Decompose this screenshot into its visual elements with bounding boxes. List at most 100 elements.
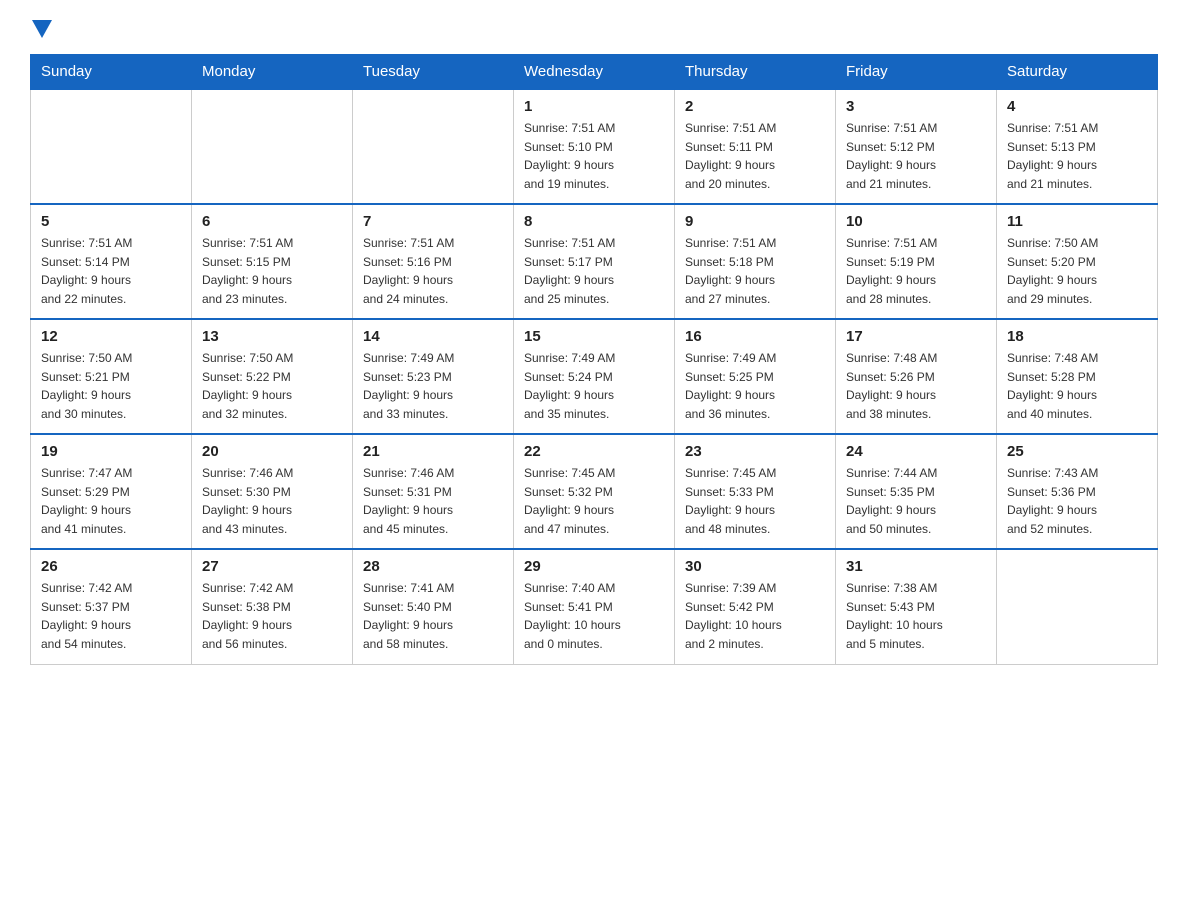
day-info: Sunrise: 7:45 AMSunset: 5:32 PMDaylight:… — [524, 464, 664, 538]
calendar-cell: 14 Sunrise: 7:49 AMSunset: 5:23 PMDayligh… — [353, 319, 514, 434]
day-number: 19 — [41, 443, 181, 460]
calendar-cell — [31, 89, 192, 204]
day-info: Sunrise: 7:51 AMSunset: 5:13 PMDaylight:… — [1007, 119, 1147, 193]
calendar-cell: 18 Sunrise: 7:48 AMSunset: 5:28 PMDayligh… — [997, 319, 1158, 434]
day-info: Sunrise: 7:46 AMSunset: 5:31 PMDaylight:… — [363, 464, 503, 538]
calendar-table: SundayMondayTuesdayWednesdayThursdayFrid… — [30, 54, 1158, 665]
day-number: 5 — [41, 213, 181, 230]
day-number: 21 — [363, 443, 503, 460]
day-number: 24 — [846, 443, 986, 460]
logo — [30, 20, 52, 38]
day-info: Sunrise: 7:51 AMSunset: 5:15 PMDaylight:… — [202, 234, 342, 308]
day-number: 3 — [846, 98, 986, 115]
day-number: 31 — [846, 558, 986, 575]
calendar-cell: 20Sunrise: 7:46 AMSunset: 5:30 PMDayligh… — [192, 434, 353, 549]
calendar-cell — [353, 89, 514, 204]
calendar-cell: 21 Sunrise: 7:46 AMSunset: 5:31 PMDayligh… — [353, 434, 514, 549]
day-info: Sunrise: 7:47 AMSunset: 5:29 PMDaylight:… — [41, 464, 181, 538]
day-info: Sunrise: 7:49 AMSunset: 5:24 PMDaylight:… — [524, 349, 664, 423]
week-row-1: 1Sunrise: 7:51 AMSunset: 5:10 PMDaylight… — [31, 89, 1158, 204]
calendar-cell: 3 Sunrise: 7:51 AMSunset: 5:12 PMDaylight… — [836, 89, 997, 204]
day-info: Sunrise: 7:43 AMSunset: 5:36 PMDaylight:… — [1007, 464, 1147, 538]
day-info: Sunrise: 7:48 AMSunset: 5:28 PMDaylight:… — [1007, 349, 1147, 423]
logo-triangle-icon — [32, 20, 52, 38]
day-number: 23 — [685, 443, 825, 460]
calendar-cell: 19 Sunrise: 7:47 AMSunset: 5:29 PMDayligh… — [31, 434, 192, 549]
calendar-cell: 16 Sunrise: 7:49 AMSunset: 5:25 PMDayligh… — [675, 319, 836, 434]
calendar-cell: 2 Sunrise: 7:51 AMSunset: 5:11 PMDaylight… — [675, 89, 836, 204]
day-info: Sunrise: 7:48 AMSunset: 5:26 PMDaylight:… — [846, 349, 986, 423]
calendar-cell: 6Sunrise: 7:51 AMSunset: 5:15 PMDaylight… — [192, 204, 353, 319]
calendar-cell: 29 Sunrise: 7:40 AMSunset: 5:41 PMDayligh… — [514, 549, 675, 664]
day-info: Sunrise: 7:42 AMSunset: 5:37 PMDaylight:… — [41, 579, 181, 653]
day-number: 11 — [1007, 213, 1147, 230]
day-info: Sunrise: 7:51 AMSunset: 5:18 PMDaylight:… — [685, 234, 825, 308]
day-number: 8 — [524, 213, 664, 230]
calendar-cell: 17 Sunrise: 7:48 AMSunset: 5:26 PMDayligh… — [836, 319, 997, 434]
calendar-cell: 24 Sunrise: 7:44 AMSunset: 5:35 PMDayligh… — [836, 434, 997, 549]
calendar-cell: 23Sunrise: 7:45 AMSunset: 5:33 PMDayligh… — [675, 434, 836, 549]
day-number: 4 — [1007, 98, 1147, 115]
day-info: Sunrise: 7:51 AMSunset: 5:10 PMDaylight:… — [524, 119, 664, 193]
page-header — [30, 20, 1158, 38]
calendar-body: 1Sunrise: 7:51 AMSunset: 5:10 PMDaylight… — [31, 89, 1158, 664]
calendar-cell: 25Sunrise: 7:43 AMSunset: 5:36 PMDayligh… — [997, 434, 1158, 549]
day-number: 17 — [846, 328, 986, 345]
calendar-cell: 13 Sunrise: 7:50 AMSunset: 5:22 PMDayligh… — [192, 319, 353, 434]
day-info: Sunrise: 7:50 AMSunset: 5:22 PMDaylight:… — [202, 349, 342, 423]
calendar-cell: 10 Sunrise: 7:51 AMSunset: 5:19 PMDayligh… — [836, 204, 997, 319]
calendar-cell: 22 Sunrise: 7:45 AMSunset: 5:32 PMDayligh… — [514, 434, 675, 549]
day-info: Sunrise: 7:51 AMSunset: 5:17 PMDaylight:… — [524, 234, 664, 308]
weekday-header-wednesday: Wednesday — [514, 55, 675, 90]
calendar-cell: 7Sunrise: 7:51 AMSunset: 5:16 PMDaylight… — [353, 204, 514, 319]
day-number: 16 — [685, 328, 825, 345]
weekday-header-sunday: Sunday — [31, 55, 192, 90]
day-info: Sunrise: 7:51 AMSunset: 5:11 PMDaylight:… — [685, 119, 825, 193]
calendar-cell: 8 Sunrise: 7:51 AMSunset: 5:17 PMDaylight… — [514, 204, 675, 319]
calendar-cell — [997, 549, 1158, 664]
calendar-header: SundayMondayTuesdayWednesdayThursdayFrid… — [31, 55, 1158, 90]
day-number: 12 — [41, 328, 181, 345]
calendar-cell: 31 Sunrise: 7:38 AMSunset: 5:43 PMDayligh… — [836, 549, 997, 664]
calendar-cell: 5 Sunrise: 7:51 AMSunset: 5:14 PMDaylight… — [31, 204, 192, 319]
day-number: 2 — [685, 98, 825, 115]
weekday-header-tuesday: Tuesday — [353, 55, 514, 90]
calendar-cell: 28Sunrise: 7:41 AMSunset: 5:40 PMDayligh… — [353, 549, 514, 664]
calendar-cell: 11Sunrise: 7:50 AMSunset: 5:20 PMDayligh… — [997, 204, 1158, 319]
day-number: 9 — [685, 213, 825, 230]
day-info: Sunrise: 7:49 AMSunset: 5:25 PMDaylight:… — [685, 349, 825, 423]
day-info: Sunrise: 7:38 AMSunset: 5:43 PMDaylight:… — [846, 579, 986, 653]
week-row-3: 12 Sunrise: 7:50 AMSunset: 5:21 PMDayligh… — [31, 319, 1158, 434]
day-number: 22 — [524, 443, 664, 460]
day-number: 7 — [363, 213, 503, 230]
day-number: 15 — [524, 328, 664, 345]
day-number: 29 — [524, 558, 664, 575]
calendar-cell: 9 Sunrise: 7:51 AMSunset: 5:18 PMDaylight… — [675, 204, 836, 319]
day-info: Sunrise: 7:46 AMSunset: 5:30 PMDaylight:… — [202, 464, 342, 538]
day-info: Sunrise: 7:50 AMSunset: 5:21 PMDaylight:… — [41, 349, 181, 423]
day-info: Sunrise: 7:51 AMSunset: 5:12 PMDaylight:… — [846, 119, 986, 193]
day-info: Sunrise: 7:41 AMSunset: 5:40 PMDaylight:… — [363, 579, 503, 653]
day-number: 13 — [202, 328, 342, 345]
calendar-cell: 30Sunrise: 7:39 AMSunset: 5:42 PMDayligh… — [675, 549, 836, 664]
weekday-row: SundayMondayTuesdayWednesdayThursdayFrid… — [31, 55, 1158, 90]
day-info: Sunrise: 7:51 AMSunset: 5:14 PMDaylight:… — [41, 234, 181, 308]
calendar-cell: 4 Sunrise: 7:51 AMSunset: 5:13 PMDaylight… — [997, 89, 1158, 204]
week-row-2: 5 Sunrise: 7:51 AMSunset: 5:14 PMDaylight… — [31, 204, 1158, 319]
calendar-cell: 27Sunrise: 7:42 AMSunset: 5:38 PMDayligh… — [192, 549, 353, 664]
day-info: Sunrise: 7:49 AMSunset: 5:23 PMDaylight:… — [363, 349, 503, 423]
day-number: 14 — [363, 328, 503, 345]
day-number: 10 — [846, 213, 986, 230]
weekday-header-friday: Friday — [836, 55, 997, 90]
day-number: 18 — [1007, 328, 1147, 345]
day-info: Sunrise: 7:51 AMSunset: 5:19 PMDaylight:… — [846, 234, 986, 308]
weekday-header-saturday: Saturday — [997, 55, 1158, 90]
weekday-header-monday: Monday — [192, 55, 353, 90]
day-info: Sunrise: 7:44 AMSunset: 5:35 PMDaylight:… — [846, 464, 986, 538]
calendar-cell: 15 Sunrise: 7:49 AMSunset: 5:24 PMDayligh… — [514, 319, 675, 434]
weekday-header-thursday: Thursday — [675, 55, 836, 90]
day-number: 26 — [41, 558, 181, 575]
day-info: Sunrise: 7:40 AMSunset: 5:41 PMDaylight:… — [524, 579, 664, 653]
calendar-cell: 12 Sunrise: 7:50 AMSunset: 5:21 PMDayligh… — [31, 319, 192, 434]
calendar-cell — [192, 89, 353, 204]
